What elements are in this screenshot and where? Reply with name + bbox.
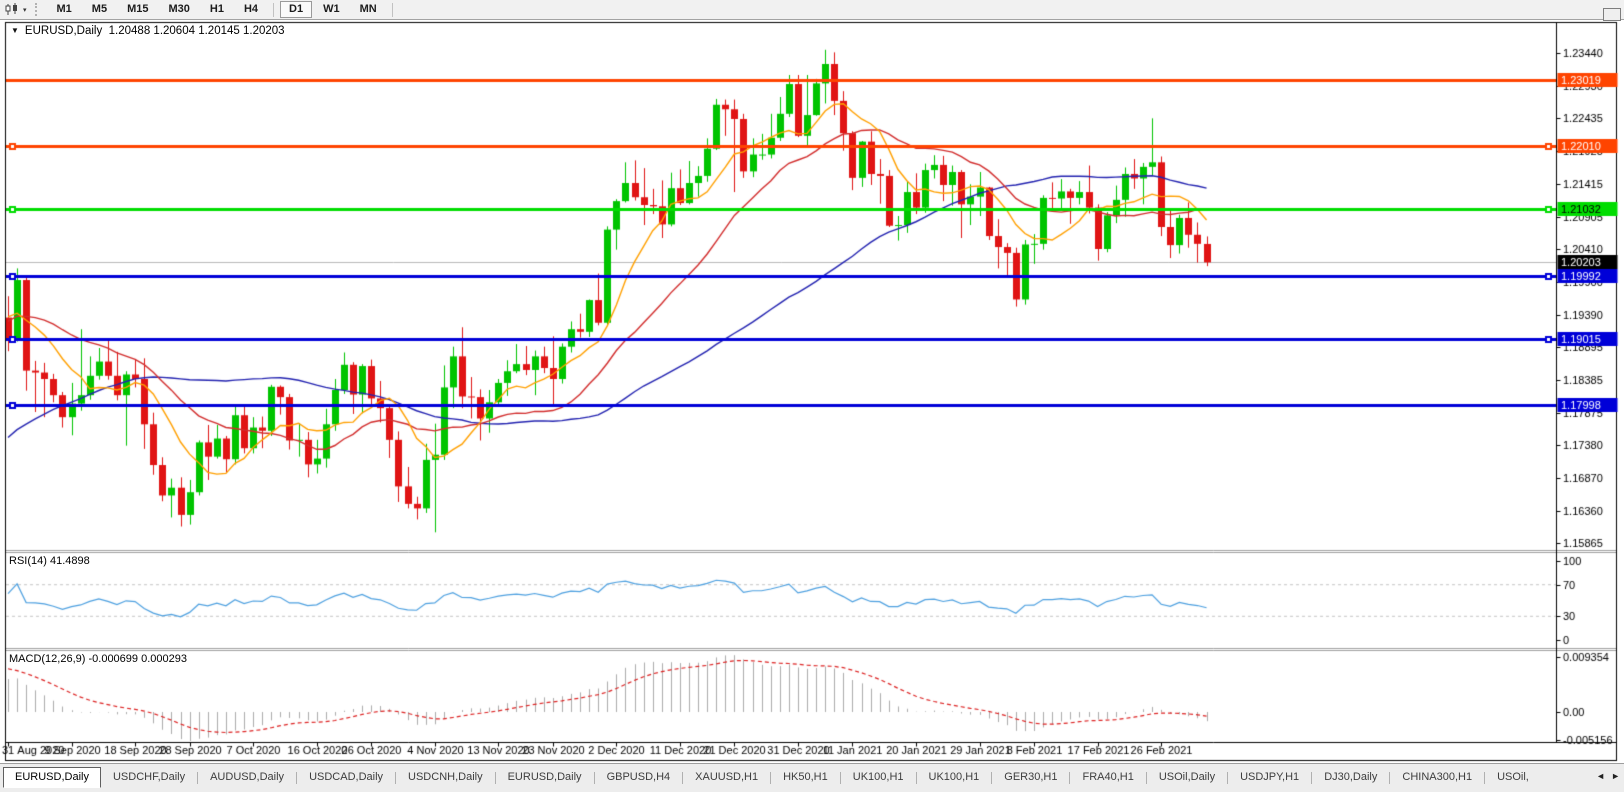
tab-scroll-left-icon[interactable]: ◄ xyxy=(1596,771,1605,781)
rsi-indicator-label: RSI(14) 41.4898 xyxy=(9,555,90,567)
timeframe-button-d1[interactable]: D1 xyxy=(280,1,312,18)
timeframe-button-w1[interactable]: W1 xyxy=(314,1,349,18)
chart-tab-8[interactable]: HK50,H1 xyxy=(771,767,840,788)
toolbar-separator xyxy=(392,3,393,17)
chart-tab-11[interactable]: GER30,H1 xyxy=(992,767,1069,788)
rsi-value: 41.4898 xyxy=(50,555,90,567)
chart-tab-6[interactable]: GBPUSD,H4 xyxy=(595,767,683,788)
macd-signal-value: 0.000293 xyxy=(141,653,187,665)
collapse-caret-icon[interactable]: ▼ xyxy=(11,26,19,35)
chart-tab-15[interactable]: DJ30,Daily xyxy=(1312,767,1389,788)
chart-canvas[interactable] xyxy=(0,19,1624,763)
tab-scroll-arrows: ◄ ► xyxy=(1593,771,1623,781)
tab-scroll-right-icon[interactable]: ► xyxy=(1611,771,1620,781)
macd-main-value: -0.000699 xyxy=(88,653,138,665)
chart-window-box[interactable] xyxy=(1603,8,1621,21)
toolbar-separator xyxy=(273,3,274,17)
symbol-tab-bar: EURUSD,DailyUSDCHF,DailyAUDUSD,DailyUSDC… xyxy=(0,763,1624,792)
macd-indicator-label: MACD(12,26,9) -0.000699 0.000293 xyxy=(9,653,187,665)
chart-tab-16[interactable]: CHINA300,H1 xyxy=(1390,767,1484,788)
timeframe-button-m1[interactable]: M1 xyxy=(48,1,81,18)
timeframe-button-m5[interactable]: M5 xyxy=(83,1,116,18)
chart-tab-14[interactable]: USDJPY,H1 xyxy=(1228,767,1311,788)
chart-tab-10[interactable]: UK100,H1 xyxy=(917,767,992,788)
ohlc-low: 1.20145 xyxy=(198,25,240,37)
chart-tab-13[interactable]: USOil,Daily xyxy=(1147,767,1227,788)
chart-tab-1[interactable]: USDCHF,Daily xyxy=(101,767,197,788)
timeframe-button-mn[interactable]: MN xyxy=(351,1,386,18)
timeframe-button-group: M1M5M15M30H1H4 D1W1MN xyxy=(47,1,387,18)
chart-tab-3[interactable]: USDCAD,Daily xyxy=(297,767,395,788)
ohlc-high: 1.20604 xyxy=(153,25,195,37)
chart-tab-2[interactable]: AUDUSD,Daily xyxy=(198,767,296,788)
timeframe-button-h1[interactable]: H1 xyxy=(201,1,233,18)
symbol-tabs: EURUSD,DailyUSDCHF,DailyAUDUSD,DailyUSDC… xyxy=(0,767,1624,788)
toolbar-grip[interactable] xyxy=(35,3,40,16)
chart-tab-0[interactable]: EURUSD,Daily xyxy=(3,767,101,788)
candlestick-chart-icon[interactable]: ▾ xyxy=(2,1,30,18)
timeframe-button-h4[interactable]: H4 xyxy=(235,1,267,18)
chart-symbol-label: EURUSD,Daily xyxy=(25,25,102,37)
ohlc-close: 1.20203 xyxy=(243,25,285,37)
ohlc-open: 1.20488 xyxy=(109,25,151,37)
chart-tab-5[interactable]: EURUSD,Daily xyxy=(496,767,594,788)
chart-tab-7[interactable]: XAUUSD,H1 xyxy=(683,767,770,788)
chart-tab-9[interactable]: UK100,H1 xyxy=(841,767,916,788)
chart-title: ▼ EURUSD,Daily 1.20488 1.20604 1.20145 1.… xyxy=(11,25,285,37)
chart-tab-12[interactable]: FRA40,H1 xyxy=(1070,767,1145,788)
top-toolbar: ▾ M1M5M15M30H1H4 D1W1MN xyxy=(0,0,1624,20)
chart-tab-4[interactable]: USDCNH,Daily xyxy=(396,767,495,788)
timeframe-button-m30[interactable]: M30 xyxy=(159,1,198,18)
chart-tab-17[interactable]: USOil, xyxy=(1485,767,1541,788)
chart-type-dropdown-icon[interactable]: ▾ xyxy=(23,6,27,14)
timeframe-button-m15[interactable]: M15 xyxy=(118,1,157,18)
